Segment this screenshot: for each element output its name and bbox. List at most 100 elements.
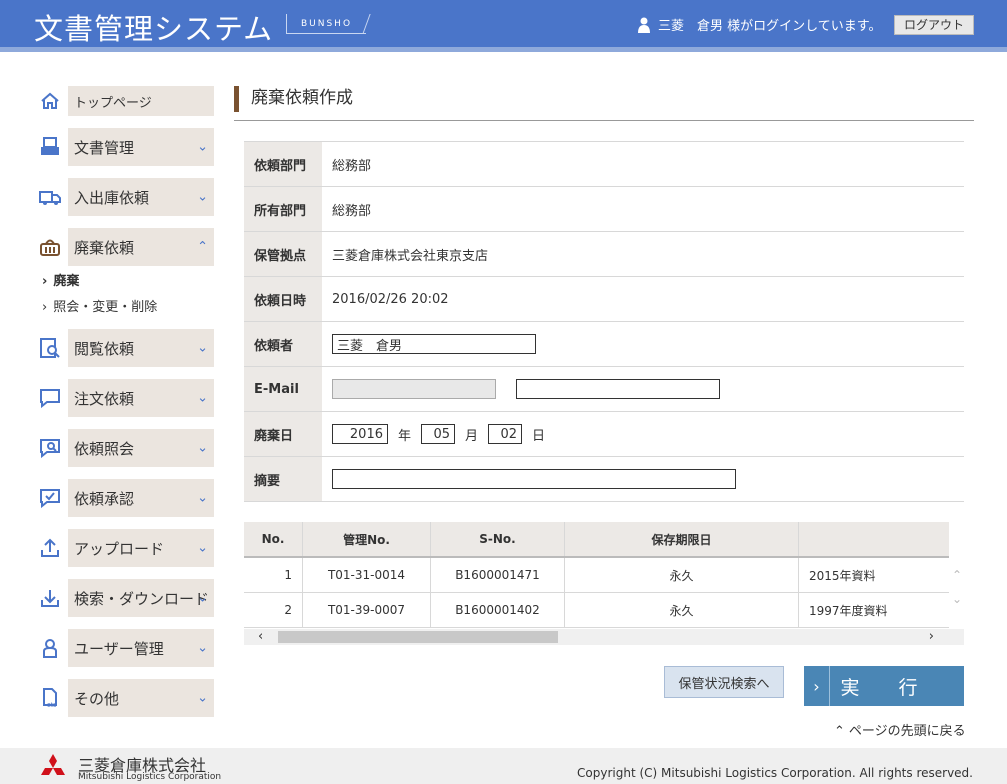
- search-bubble-icon: [40, 439, 60, 459]
- table-header: No. 管理No. S-No. 保存期限日: [244, 522, 949, 558]
- chevron-down-icon: ⌄: [197, 590, 208, 606]
- sidebar-item-user-admin[interactable]: ユーザー管理 ⌄: [34, 629, 214, 667]
- sidebar-item-top[interactable]: トップページ: [34, 86, 214, 116]
- col-header-mgmt-no: 管理No.: [303, 522, 431, 556]
- form-row-requester: 依頼者 三菱 倉男: [244, 322, 964, 367]
- sidebar-item-label: アップロード: [68, 529, 214, 567]
- email-field-disabled: [332, 379, 496, 399]
- table-cell: T01-39-0007: [303, 593, 431, 627]
- table-cell: B1600001471: [431, 558, 565, 592]
- month-field[interactable]: 05: [421, 424, 456, 444]
- date-label: 依頼日時: [244, 277, 322, 321]
- sidebar-item-order[interactable]: 注文依頼 ⌄: [34, 379, 214, 417]
- storage-status-search-button[interactable]: 保管状況検索へ: [664, 666, 784, 698]
- base-label: 保管拠点: [244, 232, 322, 276]
- app-badge: BUNSHO: [286, 14, 366, 34]
- sidebar-item-label: 検索・ダウンロード: [68, 579, 214, 617]
- table-cell: 永久: [565, 558, 799, 592]
- chevron-right-icon: ›: [804, 666, 830, 706]
- sidebar-item-label: ユーザー管理: [68, 629, 214, 667]
- scrollbar-thumb[interactable]: [278, 631, 558, 643]
- submenu-disposal[interactable]: 廃棄: [42, 270, 214, 289]
- page-title: 廃棄依頼作成: [234, 86, 974, 112]
- table-cell: 2015年資料: [809, 568, 876, 583]
- table-cell: 1: [244, 558, 303, 592]
- table-row[interactable]: 1 T01-31-0014 B1600001471 永久 2015年資料: [244, 558, 949, 593]
- email-label: E-Mail: [244, 367, 322, 411]
- form-row-summary: 摘要: [244, 457, 964, 502]
- email-field[interactable]: [516, 379, 720, 399]
- chevron-down-icon: ⌄: [197, 540, 208, 556]
- logout-button[interactable]: ログアウト: [894, 15, 974, 35]
- sidebar-item-disposal[interactable]: 廃棄依頼 ⌃: [34, 228, 214, 266]
- sidebar-item-label: 入出庫依頼: [68, 178, 214, 216]
- owner-value: 総務部: [332, 203, 372, 219]
- sidebar-item-request-inquiry[interactable]: 依頼照会 ⌄: [34, 429, 214, 467]
- magnify-doc-icon: [40, 338, 60, 358]
- upload-icon: [41, 538, 59, 557]
- chevron-down-icon: ⌄: [197, 440, 208, 456]
- vertical-scrollbar[interactable]: ⌃ ⌄: [950, 558, 964, 628]
- day-field[interactable]: 02: [488, 424, 523, 444]
- date-value: 2016/02/26 20:02: [332, 291, 449, 307]
- table-cell: 2: [244, 593, 303, 627]
- sidebar-item-approval[interactable]: 依頼承認 ⌄: [34, 479, 214, 517]
- dept-value: 総務部: [332, 158, 372, 174]
- sidebar-item-label: 文書管理: [68, 128, 214, 166]
- sidebar-item-other[interactable]: etc その他 ⌄: [34, 679, 214, 717]
- col-header-retention: 保存期限日: [565, 522, 799, 556]
- sidebar-item-view[interactable]: 閲覧依頼 ⌄: [34, 329, 214, 367]
- svg-text:etc: etc: [47, 702, 57, 709]
- chevron-down-icon: ⌄: [197, 640, 208, 656]
- col-header-extra: [799, 522, 949, 556]
- table-row[interactable]: 2 T01-39-0007 B1600001402 永久 1997年度資料: [244, 593, 949, 628]
- chevron-down-icon: ⌄: [197, 390, 208, 406]
- base-value: 三菱倉庫株式会社東京支店: [332, 248, 489, 264]
- execute-button[interactable]: › 実 行: [804, 666, 964, 706]
- chevron-up-icon: ⌃: [197, 239, 208, 255]
- execute-label: 実 行: [840, 676, 928, 699]
- items-table: No. 管理No. S-No. 保存期限日 1 T01-31-0014 B160…: [244, 522, 964, 645]
- back-to-top-link[interactable]: ページの先頭に戻る: [834, 720, 966, 739]
- sidebar-item-label: 廃棄依頼: [68, 228, 214, 266]
- download-icon: [41, 590, 59, 607]
- speech-bubble-icon: [40, 389, 60, 409]
- form-row-dept: 依頼部門 総務部: [244, 142, 964, 187]
- table-cell: T01-31-0014: [303, 558, 431, 592]
- app-header: 文書管理システム BUNSHO 三菱 倉男 様がログインしています。 ログアウト: [0, 0, 1007, 52]
- footer: 三菱倉庫株式会社 Mitsubishi Logistics Corporatio…: [0, 748, 1007, 784]
- chevron-down-icon: ⌄: [197, 490, 208, 506]
- request-form: 依頼部門 総務部 所有部門 総務部 保管拠点 三菱倉庫株式会社東京支店 依頼日時…: [244, 141, 964, 502]
- sidebar-item-documents[interactable]: 文書管理 ⌄: [34, 128, 214, 166]
- sidebar: トップページ 文書管理 ⌄ 入出庫依頼 ⌄ 廃棄依頼 ⌃ 廃棄 照会・変更・削除…: [34, 86, 214, 729]
- form-row-date: 依頼日時 2016/02/26 20:02: [244, 277, 964, 322]
- app-title: 文書管理システム: [34, 12, 274, 46]
- login-user: 三菱 倉男 様がログインしています。: [638, 15, 881, 34]
- sidebar-item-search-download[interactable]: 検索・ダウンロード ⌄: [34, 579, 214, 617]
- year-unit: 年: [398, 428, 412, 444]
- sidebar-item-label: トップページ: [68, 86, 214, 116]
- month-unit: 月: [465, 428, 479, 444]
- summary-label: 摘要: [244, 457, 322, 501]
- chevron-down-icon: ⌄: [197, 139, 208, 155]
- sidebar-item-label: 依頼承認: [68, 479, 214, 517]
- requester-label: 依頼者: [244, 322, 322, 366]
- sidebar-item-label: 閲覧依頼: [68, 329, 214, 367]
- year-field[interactable]: 2016: [332, 424, 388, 444]
- chevron-down-icon: ⌄: [197, 189, 208, 205]
- login-user-text: 三菱 倉男 様がログインしています。: [658, 19, 882, 34]
- sidebar-item-label: 依頼照会: [68, 429, 214, 467]
- sidebar-item-inout[interactable]: 入出庫依頼 ⌄: [34, 178, 214, 216]
- requester-field[interactable]: 三菱 倉男: [332, 334, 536, 354]
- scroll-right-icon[interactable]: ›: [929, 629, 934, 645]
- scroll-down-icon[interactable]: ⌄: [950, 592, 964, 606]
- scroll-up-icon[interactable]: ⌃: [950, 568, 964, 582]
- submenu-inquiry[interactable]: 照会・変更・削除: [42, 296, 214, 315]
- copyright: Copyright (C) Mitsubishi Logistics Corpo…: [577, 766, 973, 780]
- chevron-down-icon: ⌄: [197, 340, 208, 356]
- horizontal-scrollbar[interactable]: ‹ ›: [244, 629, 964, 645]
- summary-field[interactable]: [332, 469, 736, 489]
- sidebar-item-upload[interactable]: アップロード ⌄: [34, 529, 214, 567]
- scroll-left-icon[interactable]: ‹: [258, 629, 263, 645]
- owner-label: 所有部門: [244, 187, 322, 231]
